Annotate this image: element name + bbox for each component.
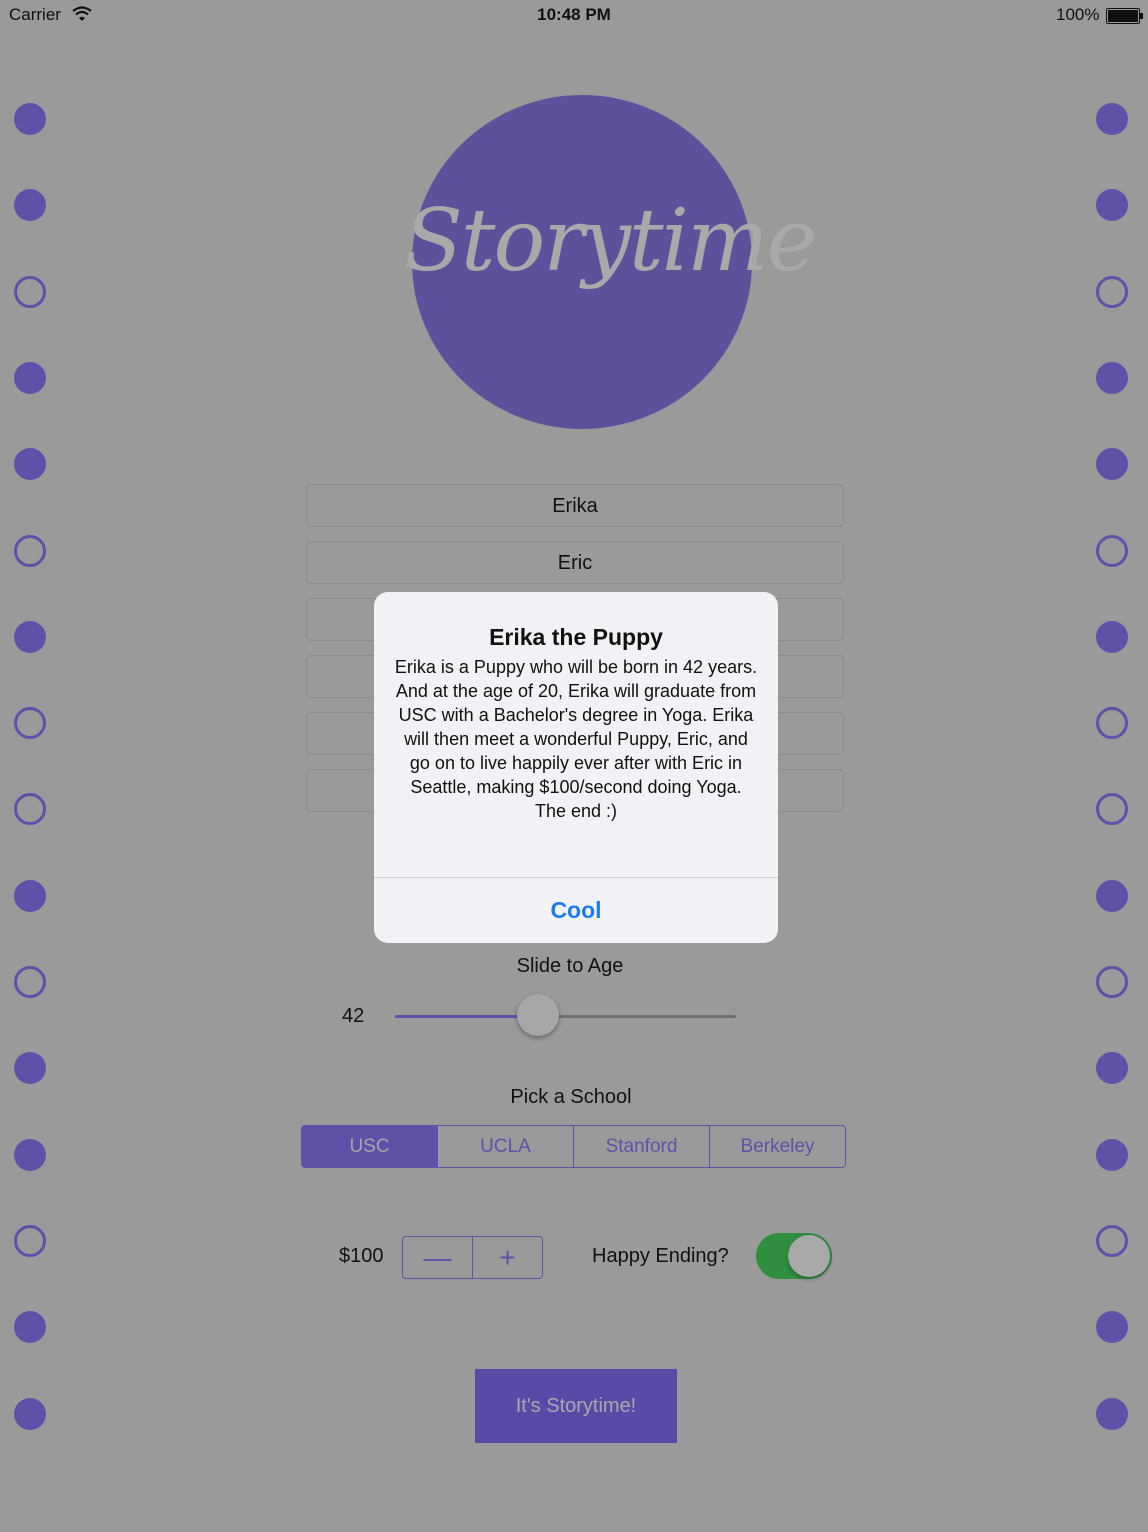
happy-ending-toggle[interactable] (756, 1233, 832, 1279)
toggle-knob (788, 1235, 830, 1277)
right-binder-hole (1096, 1397, 1128, 1430)
battery-percent: 100% (1056, 5, 1100, 24)
left-binder-hole (14, 1224, 46, 1257)
storytime-button[interactable]: It's Storytime! (475, 1369, 677, 1443)
age-slider-thumb[interactable] (517, 994, 560, 1036)
clock: 10:48 PM (537, 5, 611, 24)
right-binder-hole (1096, 1052, 1128, 1085)
left-binder-hole (14, 707, 46, 740)
right-binder-hole (1096, 1311, 1128, 1344)
right-binder-hole (1096, 189, 1128, 222)
right-binder-hole (1096, 103, 1128, 135)
left-binder-hole (14, 1311, 46, 1344)
school-option-berkeley[interactable]: Berkeley (709, 1126, 845, 1167)
partner-name-field[interactable]: Eric (306, 541, 844, 584)
decrement-button[interactable]: — (403, 1237, 472, 1278)
left-binder-hole (14, 189, 46, 222)
left-binder-hole (14, 448, 46, 481)
right-binder-hole (1096, 361, 1128, 394)
school-segmented-control[interactable]: USC UCLA Stanford Berkeley (301, 1125, 846, 1168)
left-binder-hole (14, 1397, 46, 1430)
left-binder-hole (14, 534, 46, 567)
right-binder-hole (1096, 793, 1128, 826)
happy-ending-label: Happy Ending? (592, 1245, 729, 1267)
school-option-usc[interactable]: USC (302, 1126, 437, 1167)
left-binder-hole (14, 1138, 46, 1171)
age-slider-label: Slide to Age (516, 955, 624, 977)
storytime-logo: Storytime (404, 95, 817, 429)
alert-title: Erika the Puppy (489, 624, 663, 650)
right-binder-hole (1096, 1138, 1128, 1171)
money-stepper[interactable]: — + (402, 1236, 543, 1279)
status-bar: Carrier 10:48 PM 100% (0, 0, 1148, 32)
left-binder-hole (14, 103, 46, 135)
left-binder-hole (14, 361, 46, 394)
right-binder-hole (1096, 275, 1128, 308)
right-binder-hole (1096, 1224, 1128, 1257)
battery-icon (1106, 8, 1143, 24)
right-binder-hole (1096, 448, 1128, 481)
story-alert: Erika the Puppy Erika is a Puppy who wil… (374, 592, 778, 943)
logo-text: Storytime (404, 191, 817, 291)
school-option-stanford[interactable]: Stanford (573, 1126, 709, 1167)
increment-button[interactable]: + (472, 1237, 542, 1278)
age-value: 42 (342, 1005, 365, 1027)
school-picker-label: Pick a School (510, 1086, 632, 1108)
money-value: $100 (339, 1245, 384, 1267)
left-binder-hole (14, 620, 46, 653)
left-binder-hole (14, 275, 46, 308)
right-binder-hole (1096, 879, 1128, 912)
right-binder-hole (1096, 534, 1128, 567)
name-field[interactable]: Erika (306, 484, 844, 527)
right-binder-hole (1096, 620, 1128, 653)
right-binder-hole (1096, 707, 1128, 740)
alert-message: Erika is a Puppy who will be born in 42 … (394, 657, 758, 821)
left-binder-hole (14, 793, 46, 826)
alert-cool-button[interactable]: Cool (374, 878, 778, 943)
left-binder-hole (14, 879, 46, 912)
school-option-ucla[interactable]: UCLA (437, 1126, 573, 1167)
left-binder-hole (14, 1052, 46, 1085)
age-slider-track[interactable] (395, 1015, 736, 1018)
